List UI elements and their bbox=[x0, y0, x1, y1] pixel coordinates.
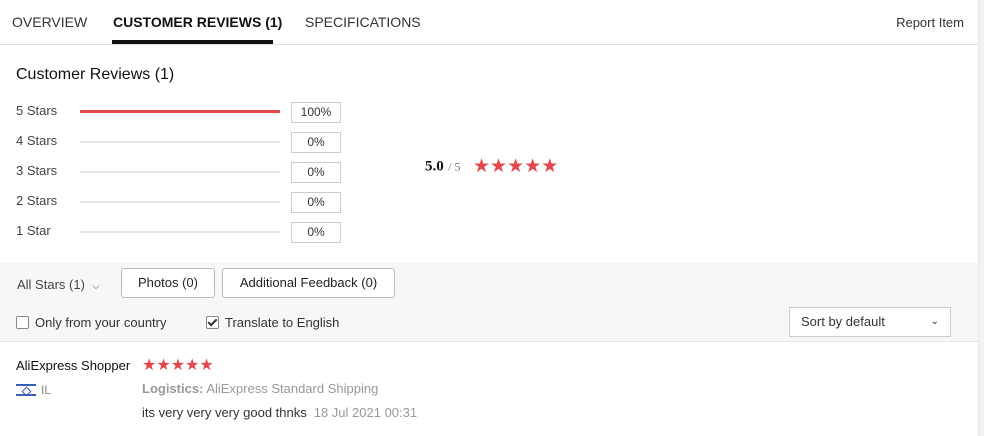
sort-select[interactable]: Sort by default ⌄ bbox=[789, 307, 951, 337]
rating-bar-track bbox=[80, 231, 280, 233]
only-country-label: Only from your country bbox=[35, 315, 167, 330]
rating-bar-track bbox=[80, 141, 280, 143]
star-icon: ★ bbox=[490, 156, 508, 177]
star-icon: ★ bbox=[170, 357, 186, 374]
reviewer-name: AliExpress Shopper bbox=[16, 358, 131, 373]
star-icon: ★ bbox=[473, 156, 491, 177]
rating-row-label: 4 Stars bbox=[16, 133, 58, 148]
chevron-down-icon: ⌵ bbox=[92, 281, 100, 291]
rating-bar-fill bbox=[80, 110, 280, 113]
checkbox-icon bbox=[206, 316, 219, 329]
average-rating-max: / 5 bbox=[448, 159, 461, 174]
tab-customer-reviews[interactable]: CUSTOMER REVIEWS (1) bbox=[113, 14, 282, 30]
rating-row-label: 1 Star bbox=[16, 223, 51, 238]
rating-row-label: 2 Stars bbox=[16, 193, 58, 208]
rating-percent: 0% bbox=[291, 222, 341, 243]
all-stars-dropdown[interactable]: All Stars (1) ⌵ bbox=[17, 277, 99, 292]
rating-percent: 0% bbox=[291, 192, 341, 213]
all-stars-label: All Stars (1) bbox=[17, 277, 85, 292]
star-icon: ★ bbox=[507, 156, 525, 177]
review-star-icons: ★★★★★ bbox=[142, 355, 214, 375]
star-icon: ★ bbox=[142, 357, 157, 374]
review-item: AliExpress Shopper ★★★★★ IL Logistics: A… bbox=[0, 342, 978, 436]
rating-bar-track bbox=[80, 171, 280, 173]
average-rating: 5.0 / 5 ★★★★★ bbox=[425, 155, 558, 177]
checkbox-icon bbox=[16, 316, 29, 329]
tab-overview[interactable]: OVERVIEW bbox=[12, 14, 87, 30]
reviewer-country: IL bbox=[41, 383, 52, 397]
rating-bar-track bbox=[80, 201, 280, 203]
star-icon: ★ bbox=[185, 357, 200, 374]
filter-bar: All Stars (1) ⌵ Photos (0) Additional Fe… bbox=[0, 263, 978, 342]
rating-percent: 0% bbox=[291, 162, 341, 183]
logistics-value: AliExpress Standard Shipping bbox=[206, 381, 379, 396]
star-icon: ★ bbox=[156, 357, 171, 374]
star-icon: ★ bbox=[524, 156, 542, 177]
rating-row-3[interactable]: 3 Stars 0% bbox=[16, 161, 346, 183]
rating-row-5[interactable]: 5 Stars 100% bbox=[16, 101, 346, 123]
only-country-checkbox[interactable]: Only from your country bbox=[16, 315, 167, 330]
review-text: its very very very good thnks bbox=[142, 405, 307, 420]
star-icon: ★ bbox=[199, 357, 214, 374]
rating-row-4[interactable]: 4 Stars 0% bbox=[16, 131, 346, 153]
review-date: 18 Jul 2021 00:31 bbox=[313, 405, 418, 420]
rating-row-label: 3 Stars bbox=[16, 163, 58, 178]
report-item-link[interactable]: Report Item bbox=[896, 15, 964, 30]
active-tab-indicator bbox=[112, 40, 273, 44]
israel-flag-icon bbox=[16, 384, 36, 397]
tab-bar: OVERVIEW CUSTOMER REVIEWS (1) SPECIFICAT… bbox=[0, 0, 978, 45]
rating-percent: 100% bbox=[291, 102, 341, 123]
rating-row-2[interactable]: 2 Stars 0% bbox=[16, 191, 346, 213]
section-title: Customer Reviews (1) bbox=[16, 66, 175, 83]
photos-filter-button[interactable]: Photos (0) bbox=[121, 268, 215, 298]
logistics-info: Logistics: AliExpress Standard Shipping bbox=[142, 381, 378, 396]
additional-feedback-button[interactable]: Additional Feedback (0) bbox=[222, 268, 395, 298]
chevron-down-icon: ⌄ bbox=[930, 316, 939, 327]
average-star-icons: ★★★★★ bbox=[473, 155, 558, 178]
average-rating-value: 5.0 bbox=[425, 158, 444, 175]
tab-specifications[interactable]: SPECIFICATIONS bbox=[305, 14, 421, 30]
rating-row-label: 5 Stars bbox=[16, 103, 58, 118]
translate-label: Translate to English bbox=[225, 315, 340, 330]
star-icon: ★ bbox=[541, 156, 559, 177]
rating-bar-track bbox=[80, 110, 280, 113]
reviews-page: OVERVIEW CUSTOMER REVIEWS (1) SPECIFICAT… bbox=[0, 0, 979, 436]
rating-row-1[interactable]: 1 Star 0% bbox=[16, 221, 346, 243]
review-text-line: its very very very good thnks 18 Jul 2021… bbox=[142, 405, 417, 420]
logistics-label: Logistics: bbox=[142, 381, 204, 396]
translate-checkbox[interactable]: Translate to English bbox=[206, 315, 339, 330]
sort-select-value: Sort by default bbox=[801, 314, 885, 329]
rating-percent: 0% bbox=[291, 132, 341, 153]
